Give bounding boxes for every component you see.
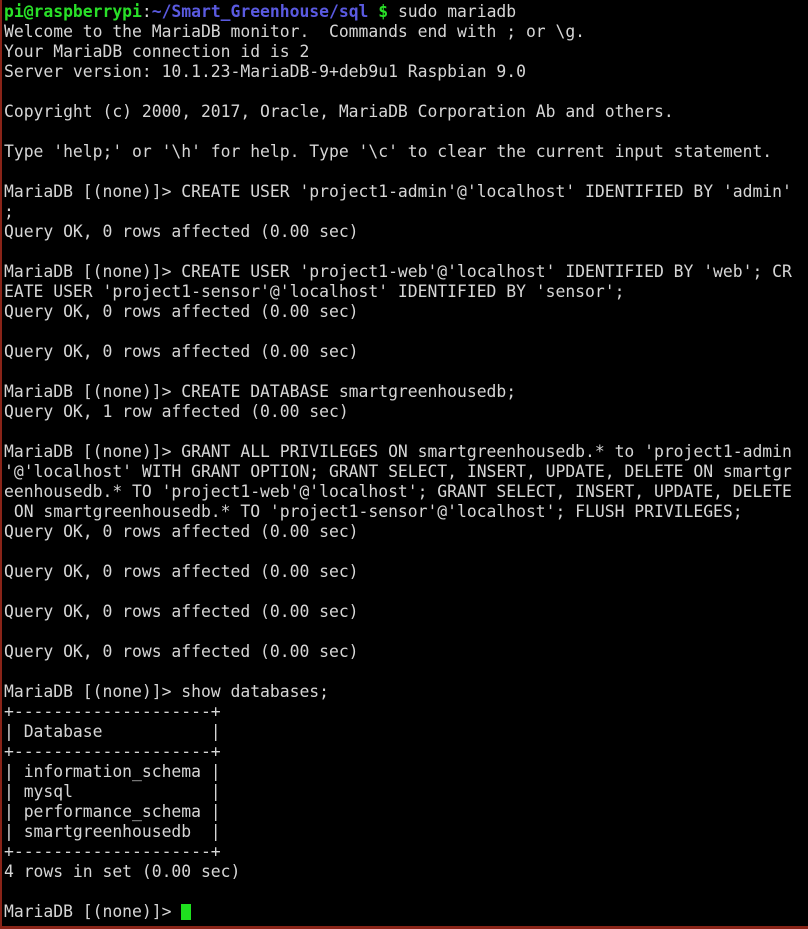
terminal-line: Query OK, 0 rows affected (0.00 sec) (4, 562, 359, 581)
terminal-line: MariaDB [(none)]> CREATE USER 'project1-… (4, 182, 792, 201)
terminal-line: | smartgreenhousedb | (4, 822, 221, 841)
terminal-line: MariaDB [(none)]> show databases; (4, 682, 329, 701)
terminal-line: Query OK, 0 rows affected (0.00 sec) (4, 342, 359, 361)
prompt-user-host: pi@raspberrypi (4, 2, 142, 21)
terminal-output-area[interactable]: pi@raspberrypi:~/Smart_Greenhouse/sql $ … (2, 0, 808, 922)
prompt-dollar-sign: $ (378, 2, 389, 21)
final-prompt-text: MariaDB [(none)]> (4, 902, 182, 921)
terminal-line: Your MariaDB connection id is 2 (4, 42, 310, 61)
terminal-line: EATE USER 'project1-sensor'@'localhost' … (4, 282, 625, 301)
prompt-separator: : (141, 2, 152, 21)
terminal-line: Welcome to the MariaDB monitor. Commands… (4, 22, 586, 41)
terminal-line: ; (4, 202, 14, 221)
terminal-line: | mysql | (4, 782, 221, 801)
terminal-line: Server version: 10.1.23-MariaDB-9+deb9u1… (4, 62, 526, 81)
terminal-line: Query OK, 1 row affected (0.00 sec) (4, 402, 349, 421)
terminal-line: Type 'help;' or '\h' for help. Type '\c'… (4, 142, 773, 161)
typed-command: sudo mariadb (388, 2, 517, 21)
terminal-line: +--------------------+ (4, 742, 221, 761)
terminal-line: MariaDB [(none)]> CREATE USER 'project1-… (4, 262, 792, 281)
terminal-line: Query OK, 0 rows affected (0.00 sec) (4, 642, 359, 661)
terminal-window[interactable]: pi@raspberrypi:~/Smart_Greenhouse/sql $ … (0, 0, 808, 929)
terminal-line: ON smartgreenhousedb.* TO 'project1-sens… (4, 502, 743, 521)
terminal-line: MariaDB [(none)]> CREATE DATABASE smartg… (4, 382, 517, 401)
terminal-line: | performance_schema | (4, 802, 221, 821)
terminal-line: MariaDB [(none)]> GRANT ALL PRIVILEGES O… (4, 442, 792, 461)
terminal-line: 4 rows in set (0.00 sec) (4, 862, 241, 881)
terminal-line: | information_schema | (4, 762, 221, 781)
terminal-line: Copyright (c) 2000, 2017, Oracle, MariaD… (4, 102, 674, 121)
terminal-line: +--------------------+ (4, 842, 221, 861)
terminal-line: Query OK, 0 rows affected (0.00 sec) (4, 522, 359, 541)
terminal-line: eenhousedb.* TO 'project1-web'@'localhos… (4, 482, 792, 501)
text-cursor (181, 904, 192, 920)
terminal-line: '@'localhost' WITH GRANT OPTION; GRANT S… (4, 462, 792, 481)
shell-prompt-line: pi@raspberrypi:~/Smart_Greenhouse/sql $ … (4, 2, 808, 22)
terminal-line: Query OK, 0 rows affected (0.00 sec) (4, 602, 359, 621)
terminal-line: | Database | (4, 722, 221, 741)
prompt-path: ~/Smart_Greenhouse/sql (151, 2, 369, 21)
terminal-line: Query OK, 0 rows affected (0.00 sec) (4, 302, 359, 321)
terminal-line: +--------------------+ (4, 702, 221, 721)
terminal-scrollback: Welcome to the MariaDB monitor. Commands… (4, 22, 808, 902)
final-prompt-line: MariaDB [(none)]> (4, 902, 808, 922)
terminal-line: Query OK, 0 rows affected (0.00 sec) (4, 222, 359, 241)
